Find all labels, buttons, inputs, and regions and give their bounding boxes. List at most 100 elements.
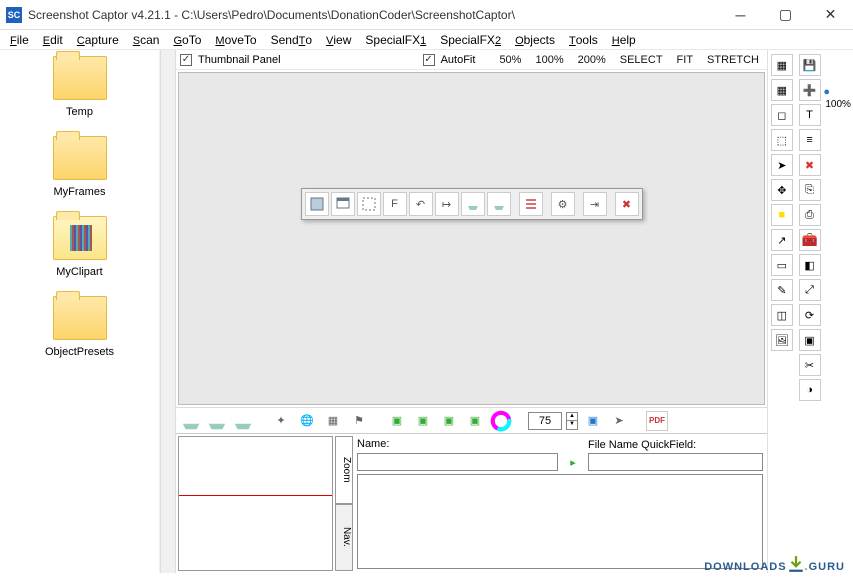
close-button[interactable]: ✕: [808, 0, 853, 30]
menu-tools[interactable]: Tools: [563, 32, 604, 48]
resize-icon[interactable]: ⤢: [799, 279, 821, 301]
camera-icon[interactable]: [487, 192, 511, 216]
notes-textarea[interactable]: [357, 474, 763, 569]
zoom-preview: [178, 436, 333, 571]
thumbnail-checkbox[interactable]: ✓: [180, 54, 192, 66]
redo-icon[interactable]: ↦: [435, 192, 459, 216]
toolbox-icon[interactable]: 🧰: [799, 229, 821, 251]
coloradj-icon[interactable]: ◧: [799, 254, 821, 276]
menu-specialfx2[interactable]: SpecialFX2: [434, 32, 507, 48]
border4-icon[interactable]: ▣: [464, 411, 486, 431]
menu-capture[interactable]: Capture: [71, 32, 125, 48]
menu-objects[interactable]: Objects: [509, 32, 561, 48]
floating-toolbar: F↶↦ ⚙ ⇥ ✖: [301, 188, 643, 220]
list-icon[interactable]: [519, 192, 543, 216]
fixed-icon[interactable]: F: [383, 192, 407, 216]
text-tool-icon[interactable]: T: [799, 104, 821, 126]
border2-icon[interactable]: ▣: [412, 411, 434, 431]
zoom-100[interactable]: 100%: [531, 54, 567, 66]
folder-myclipart[interactable]: MyClipart: [53, 216, 107, 278]
menu-view[interactable]: View: [320, 32, 357, 48]
text-box-icon[interactable]: ▭: [771, 254, 793, 276]
print-icon[interactable]: ⎙: [799, 204, 821, 226]
rect-dots-icon[interactable]: ▣: [799, 329, 821, 351]
color-icon[interactable]: ◑: [799, 379, 821, 401]
clear-icon[interactable]: ✖: [799, 154, 821, 176]
folder-myframes[interactable]: MyFrames: [53, 136, 107, 198]
menu-help[interactable]: Help: [606, 32, 642, 48]
crop-icon[interactable]: ◻: [771, 104, 793, 126]
border1-icon[interactable]: ▣: [386, 411, 408, 431]
name-input[interactable]: [357, 453, 558, 471]
menu-sendto[interactable]: SendTo: [265, 32, 318, 48]
scanner-icon[interactable]: [461, 192, 485, 216]
zoom-50[interactable]: 50%: [495, 54, 525, 66]
grid-icon[interactable]: ▦: [322, 411, 344, 431]
app-icon: SC: [6, 7, 22, 23]
folder-objectpresets[interactable]: ObjectPresets: [45, 296, 114, 358]
delete-icon[interactable]: ✖: [615, 192, 639, 216]
rect-yellow-icon[interactable]: ■: [771, 204, 793, 226]
colorwheel-icon[interactable]: [490, 411, 512, 431]
fit-screen-icon[interactable]: ▣: [582, 411, 604, 431]
menu-specialfx1[interactable]: SpecialFX1: [359, 32, 432, 48]
titlebar: SC Screenshot Captor v4.21.1 - C:\Users\…: [0, 0, 853, 30]
crosshair-line: [179, 495, 332, 496]
zoom-200[interactable]: 200%: [574, 54, 610, 66]
scanner3-icon[interactable]: [232, 411, 254, 431]
move-icon[interactable]: ✥: [771, 179, 793, 201]
scanner1-icon[interactable]: [180, 411, 202, 431]
globe-icon[interactable]: 🌐: [296, 411, 318, 431]
select-region-icon[interactable]: [357, 192, 381, 216]
border3-icon[interactable]: ▣: [438, 411, 460, 431]
autofit-checkbox[interactable]: ✓: [423, 54, 435, 66]
tab-nav[interactable]: Nav.: [335, 504, 353, 572]
sparkle-icon[interactable]: ✦: [270, 411, 292, 431]
flag-icon[interactable]: ⚑: [348, 411, 370, 431]
sidebar-scrollbar[interactable]: [160, 50, 176, 573]
minimize-button[interactable]: ─: [718, 0, 763, 30]
cursor-icon[interactable]: ➤: [771, 154, 793, 176]
mode-stretch[interactable]: STRETCH: [703, 54, 763, 66]
menu-goto[interactable]: GoTo: [167, 32, 207, 48]
maximize-button[interactable]: ▢: [763, 0, 808, 30]
folder-temp[interactable]: Temp: [53, 56, 107, 118]
menu-edit[interactable]: Edit: [37, 32, 69, 48]
menu-file[interactable]: File: [4, 32, 35, 48]
undo-icon[interactable]: ↶: [409, 192, 433, 216]
name-action-icon[interactable]: ▸: [562, 452, 584, 472]
mode-fit[interactable]: FIT: [673, 54, 698, 66]
crop-sel-icon[interactable]: ⬚: [771, 129, 793, 151]
marker-icon[interactable]: ✎: [771, 279, 793, 301]
menu-moveto[interactable]: MoveTo: [209, 32, 262, 48]
region-icon[interactable]: [305, 192, 329, 216]
window-title: Screenshot Captor v4.21.1 - C:\Users\Ped…: [28, 8, 718, 22]
save-icon[interactable]: 💾: [799, 54, 821, 76]
grid-icon[interactable]: ▦: [771, 79, 793, 101]
layers-icon[interactable]: ≡: [799, 129, 821, 151]
quickfield-input[interactable]: [588, 453, 763, 471]
slider-thumb-icon[interactable]: ●: [823, 86, 830, 98]
rotate-icon[interactable]: ⟳: [799, 304, 821, 326]
pdf-icon[interactable]: PDF: [646, 411, 668, 431]
window-icon[interactable]: [331, 192, 355, 216]
thumbnail-label: Thumbnail Panel: [198, 54, 281, 66]
canvas-area[interactable]: F↶↦ ⚙ ⇥ ✖: [178, 72, 765, 405]
grid-icon[interactable]: ▦: [771, 54, 793, 76]
zoom-spinner[interactable]: ▲▼: [566, 412, 578, 430]
plus-red-icon[interactable]: ➕: [799, 79, 821, 101]
copy-icon[interactable]: ⎘: [799, 179, 821, 201]
exit-icon[interactable]: ⇥: [583, 192, 607, 216]
tab-zoom[interactable]: Zoom: [335, 436, 353, 504]
download-icon: [787, 555, 805, 573]
overlay-icon[interactable]: ◫: [771, 304, 793, 326]
cursor-icon[interactable]: ➤: [608, 411, 630, 431]
scanner2-icon[interactable]: [206, 411, 228, 431]
gear-icon[interactable]: ⚙: [551, 192, 575, 216]
menu-scan[interactable]: Scan: [127, 32, 166, 48]
zoom-input[interactable]: [528, 412, 562, 430]
image-icon[interactable]: 🖼: [771, 329, 793, 351]
arrow-icon[interactable]: ↗: [771, 229, 793, 251]
crop2-icon[interactable]: ✂: [799, 354, 821, 376]
mode-select[interactable]: SELECT: [616, 54, 667, 66]
